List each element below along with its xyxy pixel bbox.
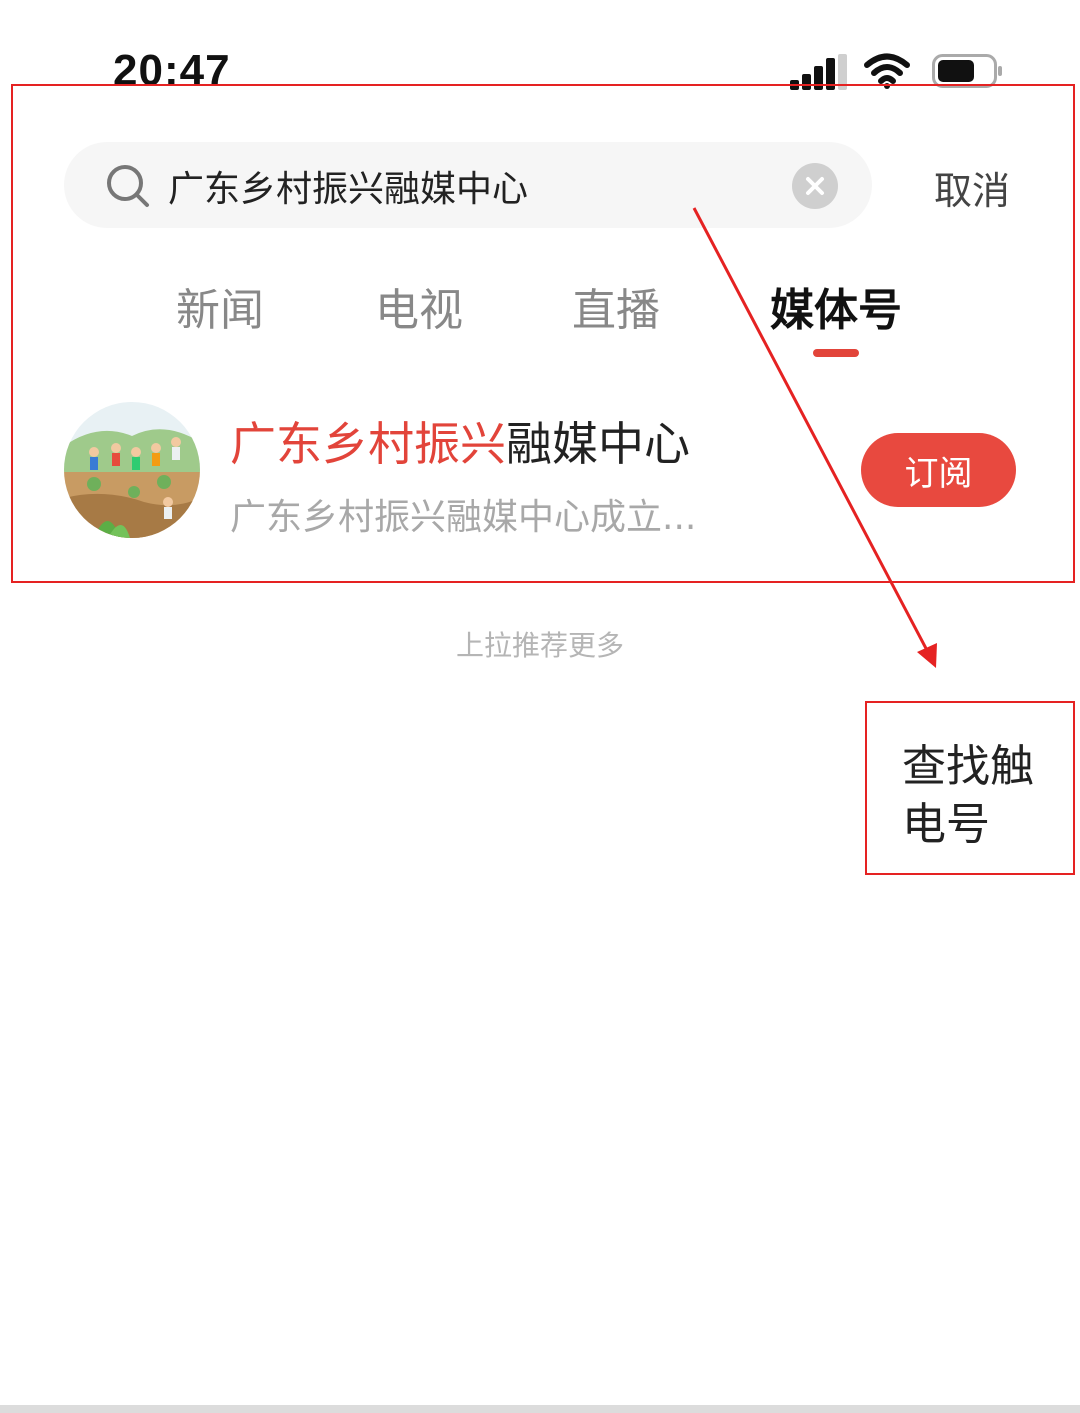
annotation-note: 查找触电号	[902, 741, 1034, 850]
bottom-edge	[0, 1405, 1080, 1413]
annotation-highlight-box	[11, 84, 1075, 583]
pull-up-hint: 上拉推荐更多	[455, 629, 624, 662]
battery-icon	[932, 54, 1002, 88]
screen: 20:47 广东乡村振兴融媒中心 取消 新闻 电视 直播 媒体号 广东乡村振兴融…	[0, 0, 1080, 1413]
